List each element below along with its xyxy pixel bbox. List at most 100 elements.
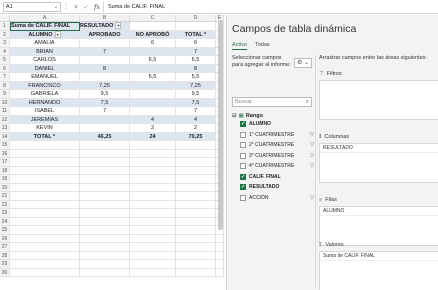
grid-cell[interactable] — [80, 149, 130, 158]
grid-cell[interactable] — [80, 141, 130, 150]
grid-cell[interactable] — [10, 200, 80, 209]
pivot-title-cell[interactable]: Suma de CALIF. FINAL — [10, 22, 80, 31]
spreadsheet-grid[interactable]: A B C D E 1 Suma de CALIF. FINAL RESULTADO… — [0, 15, 224, 290]
total-cell[interactable]: 7 — [176, 107, 216, 116]
grid-cell[interactable] — [10, 251, 80, 260]
field-checkbox[interactable]: ✓ — [240, 184, 246, 191]
aprobado-cell[interactable] — [80, 124, 130, 133]
total-cell[interactable]: 5,5 — [176, 73, 216, 82]
grid-cell[interactable] — [216, 243, 224, 252]
grid-cell[interactable] — [130, 251, 176, 260]
row-number[interactable]: 23 — [0, 209, 10, 218]
row-number[interactable]: 15 — [0, 141, 10, 150]
grid-cell[interactable] — [10, 175, 80, 184]
search-icon[interactable]: ⌕ — [306, 98, 309, 106]
grid-cell[interactable] — [130, 209, 176, 218]
chevron-down-icon[interactable]: ⌄ — [54, 4, 60, 10]
grid-cell[interactable] — [130, 149, 176, 158]
grid-cell[interactable] — [176, 226, 216, 235]
filter-icon[interactable]: ▽ — [310, 163, 314, 169]
field-checkbox[interactable] — [240, 131, 246, 138]
grid-cell[interactable] — [130, 243, 176, 252]
grid-cell[interactable] — [176, 149, 216, 158]
grid-cell[interactable] — [10, 234, 80, 243]
grid-cell[interactable] — [176, 234, 216, 243]
grid-cell[interactable] — [80, 268, 130, 277]
gear-icon[interactable]: ⚙ ⌄ — [294, 58, 312, 68]
select-all-corner[interactable] — [0, 15, 10, 21]
grid-cell[interactable] — [130, 22, 176, 31]
column-header[interactable]: B — [80, 15, 130, 21]
field-item[interactable]: 3° CUATRIMESTRE ▽ — [232, 151, 314, 162]
no-aprobo-cell[interactable]: 6 — [130, 39, 176, 48]
row-number[interactable]: 6 — [0, 64, 10, 73]
row-number[interactable]: 24 — [0, 217, 10, 226]
grid-cell[interactable] — [130, 183, 176, 192]
grid-cell[interactable] — [176, 166, 216, 175]
row-number[interactable]: 13 — [0, 124, 10, 133]
grid-cell[interactable] — [10, 166, 80, 175]
aprobado-cell[interactable]: 7 — [80, 47, 130, 56]
row-number[interactable]: 11 — [0, 107, 10, 116]
grid-cell[interactable] — [216, 251, 224, 260]
more-options-icon[interactable]: ⋮ — [61, 3, 71, 10]
row-number[interactable]: 2 — [0, 30, 10, 39]
grid-cell[interactable] — [80, 209, 130, 218]
total-cell[interactable]: 2 — [176, 124, 216, 133]
student-name-cell[interactable]: ISABEL — [10, 107, 80, 116]
student-name-cell[interactable]: EMANUEL — [10, 73, 80, 82]
collapse-icon[interactable]: ⊟ — [232, 113, 237, 119]
filter-icon[interactable]: ▽ — [310, 142, 314, 148]
student-name-cell[interactable]: BRIAN — [10, 47, 80, 56]
filter-icon[interactable]: ▽ — [310, 132, 314, 138]
student-name-cell[interactable]: CARLOS — [10, 56, 80, 65]
student-name-cell[interactable]: DANIEL — [10, 64, 80, 73]
grid-cell[interactable] — [130, 192, 176, 201]
grid-cell[interactable] — [80, 158, 130, 167]
row-number[interactable]: 17 — [0, 158, 10, 167]
grid-cell[interactable] — [130, 166, 176, 175]
grid-cell[interactable] — [216, 268, 224, 277]
grid-cell[interactable] — [176, 217, 216, 226]
area-field-item[interactable]: RESULTADO — [320, 144, 438, 153]
row-number[interactable]: 12 — [0, 115, 10, 124]
row-number[interactable]: 20 — [0, 183, 10, 192]
row-number[interactable]: 9 — [0, 90, 10, 99]
aprobado-cell[interactable] — [80, 73, 130, 82]
grid-cell[interactable] — [216, 234, 224, 243]
aprobado-cell[interactable]: 7,25 — [80, 81, 130, 90]
column-header[interactable]: A — [10, 15, 80, 21]
field-checkbox[interactable] — [240, 163, 246, 170]
grid-cell[interactable] — [10, 217, 80, 226]
grid-cell[interactable] — [176, 200, 216, 209]
grid-cell[interactable] — [10, 158, 80, 167]
row-number[interactable]: 10 — [0, 98, 10, 107]
grid-cell[interactable] — [10, 141, 80, 150]
grid-cell[interactable] — [10, 192, 80, 201]
total-cell[interactable]: 6 — [176, 39, 216, 48]
total-cell[interactable]: 4 — [176, 115, 216, 124]
row-number[interactable]: 25 — [0, 226, 10, 235]
grid-cell[interactable] — [130, 234, 176, 243]
formula-input[interactable]: Suma de CALIF. FINAL — [103, 1, 438, 12]
field-checkbox[interactable] — [240, 194, 246, 201]
aprobado-cell[interactable] — [80, 56, 130, 65]
filter-dropdown-icon[interactable]: ▾ — [54, 30, 61, 38]
grand-total-cell[interactable]: 70,25 — [176, 132, 216, 141]
row-number[interactable]: 16 — [0, 149, 10, 158]
grid-cell[interactable] — [176, 209, 216, 218]
grid-cell[interactable] — [80, 183, 130, 192]
field-search-input[interactable]: Buscar ⌕ — [232, 97, 312, 107]
tab-todas[interactable]: Todas — [255, 42, 270, 50]
student-name-cell[interactable]: GABRIELA — [10, 90, 80, 99]
student-name-cell[interactable]: KEVIN — [10, 124, 80, 133]
no-aprobo-cell[interactable] — [130, 98, 176, 107]
row-number[interactable]: 8 — [0, 81, 10, 90]
field-checkbox[interactable]: ✓ — [240, 121, 246, 128]
grid-cell[interactable] — [10, 149, 80, 158]
area-field-item[interactable]: Suma de CALIF. FINAL — [320, 252, 438, 261]
area-filas-box[interactable]: ALUMNO — [319, 206, 438, 246]
aprobado-cell[interactable]: 7,5 — [80, 98, 130, 107]
area-columnas-box[interactable]: RESULTADO — [319, 143, 438, 183]
aprobado-cell[interactable] — [80, 115, 130, 124]
